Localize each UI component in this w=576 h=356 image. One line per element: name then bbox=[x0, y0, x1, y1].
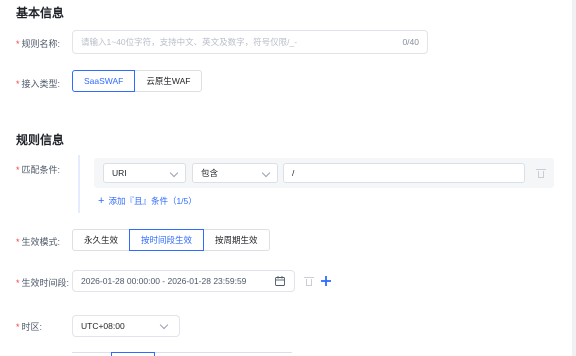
access-type-cloud-native-waf[interactable]: 云原生WAF bbox=[134, 70, 203, 92]
access-type-saaswaf[interactable]: SaaSWAF bbox=[72, 70, 136, 92]
match-value-text: / bbox=[292, 168, 295, 178]
section-title-basic: 基本信息 bbox=[16, 6, 65, 20]
access-type-segmented: SaaSWAF 云原生WAF bbox=[72, 70, 203, 92]
access-type-label-text: 接入类型: bbox=[21, 79, 61, 89]
required-mark: * bbox=[16, 278, 20, 288]
rule-name-placeholder: 请输入1~40位字符，支持中文、英文及数字，符号仅限/_- bbox=[81, 37, 298, 47]
calendar-icon bbox=[275, 276, 285, 286]
match-condition-group: URI 包含 / + 添加『且』条件（1/5） bbox=[78, 155, 554, 213]
next-row-active-edge bbox=[111, 352, 155, 356]
next-row-partial bbox=[72, 352, 292, 356]
timezone-label: * 时区: bbox=[16, 320, 42, 333]
rule-name-label: * 规则名称: bbox=[16, 37, 60, 50]
timezone-select[interactable]: UTC+08:00 bbox=[72, 315, 180, 337]
match-value-input[interactable]: / bbox=[283, 163, 525, 183]
timezone-label-text: 时区: bbox=[21, 322, 43, 332]
required-mark: * bbox=[16, 237, 20, 247]
scrollbar-track[interactable] bbox=[572, 0, 576, 356]
chevron-down-icon bbox=[169, 168, 179, 178]
access-type-label: * 接入类型: bbox=[16, 77, 60, 90]
required-mark: * bbox=[16, 39, 20, 49]
delete-time-range-icon[interactable] bbox=[304, 277, 314, 286]
match-condition-label-text: 匹配条件: bbox=[21, 165, 61, 175]
delete-condition-icon[interactable] bbox=[536, 169, 546, 178]
effect-mode-time-range[interactable]: 按时间段生效 bbox=[129, 229, 205, 251]
time-range-value: 2026-01-28 00:00:00 - 2026-01-28 23:59:5… bbox=[81, 276, 247, 286]
required-mark: * bbox=[16, 165, 20, 175]
effect-mode-permanent[interactable]: 永久生效 bbox=[72, 229, 131, 251]
chevron-down-icon bbox=[261, 168, 271, 178]
effect-mode-label-text: 生效模式: bbox=[21, 237, 61, 247]
match-operator-select[interactable]: 包含 bbox=[192, 163, 278, 183]
add-and-condition-button[interactable]: + 添加『且』条件（1/5） bbox=[98, 195, 197, 207]
section-title-rule: 规则信息 bbox=[16, 133, 65, 147]
match-operator-value: 包含 bbox=[201, 168, 219, 178]
condition-row: URI 包含 / bbox=[94, 158, 554, 188]
required-mark: * bbox=[16, 322, 20, 332]
timezone-value: UTC+08:00 bbox=[81, 321, 125, 331]
time-range-label: * 生效时间段: bbox=[16, 276, 69, 289]
effect-mode-segmented: 永久生效 按时间段生效 按周期生效 bbox=[72, 229, 270, 251]
rule-name-counter: 0/40 bbox=[402, 37, 419, 47]
required-mark: * bbox=[16, 79, 20, 89]
time-range-label-text: 生效时间段: bbox=[21, 278, 70, 288]
effect-mode-periodic[interactable]: 按周期生效 bbox=[203, 229, 270, 251]
rule-name-label-text: 规则名称: bbox=[21, 39, 61, 49]
match-field-select[interactable]: URI bbox=[103, 163, 186, 183]
effect-mode-label: * 生效模式: bbox=[16, 235, 60, 248]
match-field-value: URI bbox=[112, 168, 127, 178]
time-range-picker[interactable]: 2026-01-28 00:00:00 - 2026-01-28 23:59:5… bbox=[72, 270, 295, 292]
add-condition-label: 添加『且』条件（1/5） bbox=[108, 196, 197, 206]
add-time-range-icon[interactable] bbox=[321, 276, 331, 286]
chevron-down-icon bbox=[159, 320, 169, 330]
plus-icon: + bbox=[98, 195, 105, 207]
rule-name-input[interactable]: 请输入1~40位字符，支持中文、英文及数字，符号仅限/_- 0/40 bbox=[72, 30, 428, 54]
match-condition-label: * 匹配条件: bbox=[16, 163, 60, 176]
